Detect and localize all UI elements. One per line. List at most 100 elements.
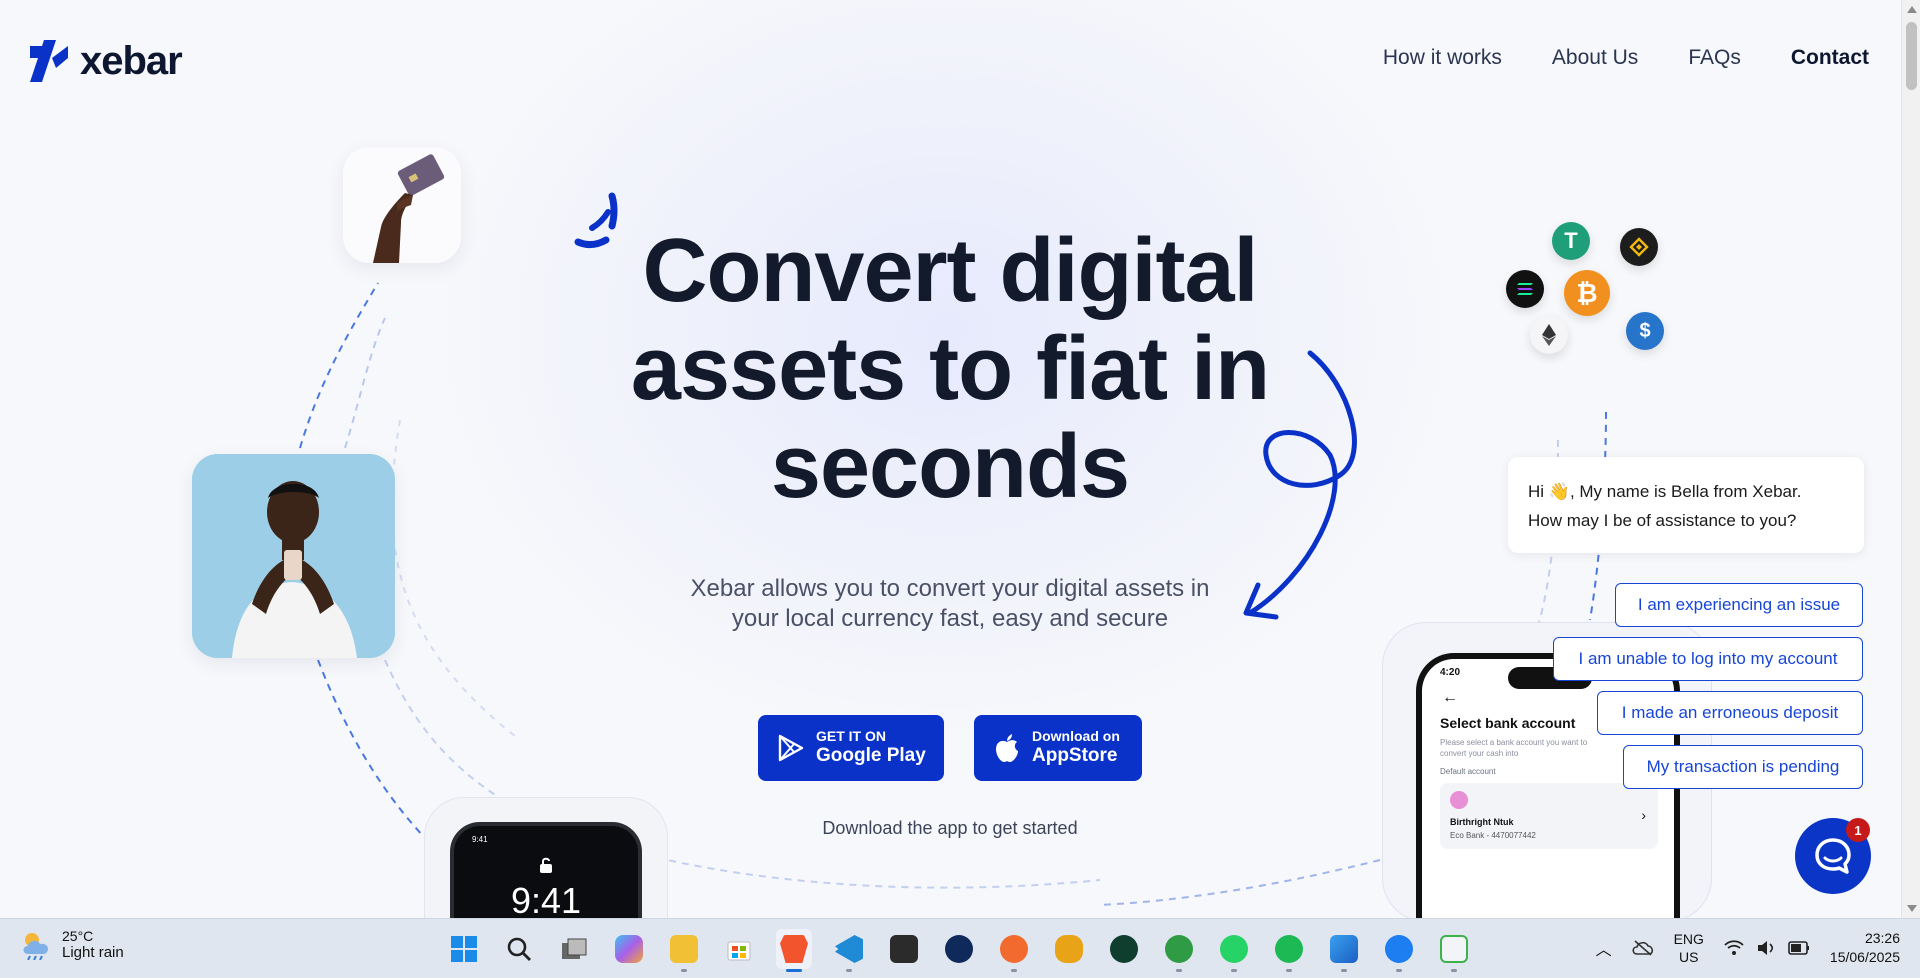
ethereum-icon: [1530, 316, 1568, 354]
mongodb-icon[interactable]: [1106, 929, 1142, 969]
running-indicator: [1176, 969, 1182, 972]
crypto-coins-cluster: T ₿ $: [1502, 220, 1664, 360]
hero-subtitle-line2: your local currency fast, easy and secur…: [731, 605, 1169, 632]
volume-icon: [1757, 941, 1773, 955]
bitcoin-icon: ₿: [1564, 270, 1610, 316]
chat-option-deposit[interactable]: I made an erroneous deposit: [1597, 691, 1863, 735]
running-indicator: [1231, 969, 1237, 972]
weather-temperature: 25°C: [62, 928, 94, 944]
app-store-button[interactable]: Download on AppStore: [974, 715, 1142, 781]
spotify-icon[interactable]: [1271, 929, 1307, 972]
nav-faqs[interactable]: FAQs: [1688, 46, 1741, 70]
running-indicator: [1451, 969, 1457, 972]
app-orange-icon[interactable]: [996, 929, 1032, 972]
ms-store-icon[interactable]: [721, 929, 757, 969]
chat-notification-badge: 1: [1846, 818, 1870, 842]
start-icon[interactable]: [446, 929, 482, 969]
account-number: Eco Bank - 4470077442: [1450, 831, 1536, 840]
vscode-icon[interactable]: [831, 929, 867, 972]
google-play-label: Google Play: [816, 745, 926, 766]
windows-taskbar: 25°C Light rain ︿ ENG US 23:26 15/06/202…: [0, 918, 1920, 978]
app-store-icon[interactable]: [1381, 929, 1417, 972]
hero-title-line3: seconds: [770, 417, 1130, 517]
phone-lock-time: 9:41: [510, 880, 582, 918]
copilot-icon[interactable]: [611, 929, 647, 969]
back-arrow-icon: ←: [1442, 689, 1458, 706]
man-with-phone-image: [192, 454, 395, 658]
hero-title-line2: assets to fiat in: [630, 319, 1270, 419]
chat-option-issue[interactable]: I am experiencing an issue: [1615, 583, 1863, 627]
solana-icon: [1506, 270, 1544, 308]
scroll-up-icon[interactable]: [1907, 6, 1917, 13]
google-play-small-label: GET IT ON: [816, 728, 886, 744]
google-play-button[interactable]: GET IT ON Google Play: [758, 715, 944, 781]
search-icon[interactable]: [501, 929, 537, 969]
google-play-icon: [778, 734, 804, 762]
chat-greeting-line1: Hi 👋, My name is Bella from Xebar.: [1528, 482, 1802, 501]
running-indicator: [1286, 969, 1292, 972]
weather-widget[interactable]: 25°C Light rain: [20, 928, 124, 961]
chat-greeting-bubble: Hi 👋, My name is Bella from Xebar. How m…: [1508, 457, 1864, 553]
language-line1: ENG: [1673, 931, 1704, 947]
bank-select-title: Select bank account: [1440, 715, 1576, 731]
logo[interactable]: xebar: [28, 38, 183, 84]
terminal-icon[interactable]: [886, 929, 922, 969]
language-line2: US: [1679, 949, 1699, 965]
download-caption: Download the app to get started: [822, 818, 1078, 838]
network-volume-battery[interactable]: [1724, 940, 1810, 956]
hand-holding-card-image: [343, 147, 461, 263]
running-indicator: [1396, 969, 1402, 972]
chevron-up-icon[interactable]: ︿: [1596, 936, 1612, 960]
unlock-icon: [540, 857, 552, 873]
chevron-right-icon: ›: [1641, 807, 1646, 823]
brave-browser-icon[interactable]: [776, 929, 812, 972]
running-indicator: [681, 969, 687, 972]
phone-lock-screen: 9:41 9:41: [450, 822, 642, 918]
wifi-icon: [1724, 940, 1744, 955]
android-icon[interactable]: [1436, 929, 1472, 972]
running-indicator: [1341, 969, 1347, 972]
app-store-label: AppStore: [1032, 745, 1118, 766]
chat-option-pending[interactable]: My transaction is pending: [1623, 745, 1863, 789]
xebar-logo-icon: [30, 40, 68, 82]
chat-greeting-line2: How may I be of assistance to you?: [1528, 511, 1797, 530]
main-nav: How it works About Us FAQs Contact: [1383, 46, 1869, 70]
rain-cloud-icon: [23, 932, 49, 960]
whatsapp-icon[interactable]: [1216, 929, 1252, 972]
phone-right-status-time: 4:20: [1440, 667, 1461, 678]
hero-subtitle-line1: Xebar allows you to convert your digital…: [690, 575, 1210, 602]
default-account-label: Default account: [1440, 767, 1496, 776]
usdc-icon: $: [1626, 312, 1664, 350]
scrollbar-thumb[interactable]: [1906, 22, 1917, 90]
nav-about-us[interactable]: About Us: [1552, 46, 1638, 70]
bank-account-card: Birthright Ntuk Eco Bank - 4470077442 ›: [1440, 783, 1658, 849]
app-blue-icon[interactable]: [941, 929, 977, 969]
clock-date: 15/06/2025: [1829, 949, 1900, 965]
nav-contact[interactable]: Contact: [1791, 46, 1869, 70]
binance-icon: [1620, 228, 1658, 266]
system-tray: ︿ ENG US 23:26 15/06/2025: [1596, 929, 1900, 967]
app-yellow-icon[interactable]: [1051, 929, 1087, 969]
app-store-small-label: Download on: [1032, 728, 1120, 744]
task-view-icon[interactable]: [556, 929, 592, 969]
vertical-scrollbar[interactable]: [1901, 0, 1920, 918]
language-indicator[interactable]: ENG US: [1674, 930, 1704, 966]
running-indicator: [786, 969, 802, 972]
bank-select-description: Please select a bank account you want to…: [1440, 738, 1588, 758]
hero-title: Convert digital assets to fiat in second…: [560, 222, 1340, 516]
clock[interactable]: 23:26 15/06/2025: [1830, 929, 1900, 967]
chat-icon: [1815, 838, 1851, 874]
scroll-down-icon[interactable]: [1907, 905, 1917, 912]
nav-how-it-works[interactable]: How it works: [1383, 46, 1502, 70]
file-explorer-icon[interactable]: [666, 929, 702, 972]
logo-text: xebar: [80, 38, 183, 83]
running-indicator: [846, 969, 852, 972]
hero-subtitle: Xebar allows you to convert your digital…: [610, 574, 1290, 634]
app-green-icon[interactable]: [1161, 929, 1197, 972]
running-indicator: [1011, 969, 1017, 972]
account-name: Birthright Ntuk: [1450, 817, 1514, 827]
chat-option-login[interactable]: I am unable to log into my account: [1553, 637, 1863, 681]
cloud-offline-icon[interactable]: [1632, 940, 1654, 956]
weather-description: Light rain: [62, 944, 124, 961]
photos-icon[interactable]: [1326, 929, 1362, 972]
